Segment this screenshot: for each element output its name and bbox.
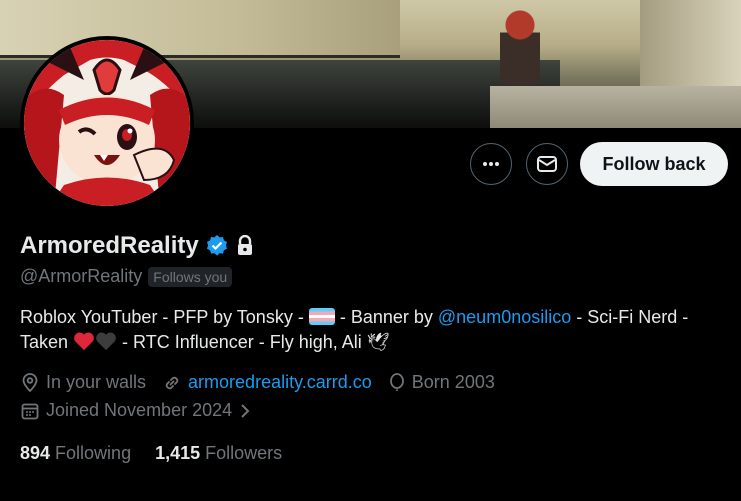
bio-mention-link[interactable]: @neum0nosilico [438,307,571,327]
banner-ledge [490,86,741,128]
verified-badge-icon[interactable] [205,234,229,258]
bio-text: - Sci-Fi Nerd - [571,307,689,327]
message-button[interactable] [526,143,568,185]
red-heart-emoji [74,332,94,351]
follows-you-badge: Follows you [148,266,233,287]
following-stat[interactable]: 894 Following [20,443,131,464]
follow-back-button[interactable]: Follow back [580,142,728,186]
joined-item[interactable]: Joined November 2024 [20,400,252,421]
location-text: In your walls [46,372,147,392]
avatar[interactable] [20,36,194,210]
joined-row[interactable]: Joined November 2024 [20,400,268,421]
bio-text: Roblox YouTuber - PFP by Tonsky - [20,307,309,327]
lock-icon [237,235,252,255]
name-row: ArmoredReality [20,232,255,260]
location-pin-icon [22,372,38,392]
following-label: Following [55,443,132,463]
avatar-image [24,40,190,206]
followers-count: 1,415 [155,443,201,463]
calendar-icon [21,403,39,419]
balloon-icon [389,372,404,391]
website-link[interactable]: armoredreality.carrd.co [188,372,372,393]
bio-text: - RTC Influencer - Fly high, Ali [117,332,367,352]
handle: @ArmorReality [20,266,143,286]
link-icon [165,376,179,389]
following-count: 894 [20,443,51,463]
website-item[interactable]: armoredreality.carrd.co [162,372,372,393]
bio-text: - Banner by [334,307,438,327]
follow-stats: 894 Following 1,415 Followers [20,443,282,464]
more-options-button[interactable] [470,143,512,185]
bio-text: Taken [20,332,74,352]
more-icon [483,162,499,166]
transgender-flag-emoji [308,308,335,325]
location-item: In your walls [20,372,146,393]
display-name: ArmoredReality [20,232,199,259]
banner-figure [500,10,540,85]
joined-text: Joined November 2024 [46,400,233,420]
handle-row: @ArmorReality Follows you [20,266,233,287]
dove-emoji: 🕊 [366,332,390,352]
mail-icon [537,156,557,172]
bio: Roblox YouTuber - PFP by Tonsky - - Bann… [20,305,735,355]
birth-year-text: Born 2003 [411,372,495,392]
birthday-item: Born 2003 [388,372,495,393]
black-heart-emoji [96,332,116,351]
followers-stat[interactable]: 1,415 Followers [155,443,282,464]
profile-meta-row: In your walls armoredreality.carrd.co Bo… [20,372,511,393]
followers-label: Followers [205,443,283,463]
chevron-right-icon [241,403,250,418]
